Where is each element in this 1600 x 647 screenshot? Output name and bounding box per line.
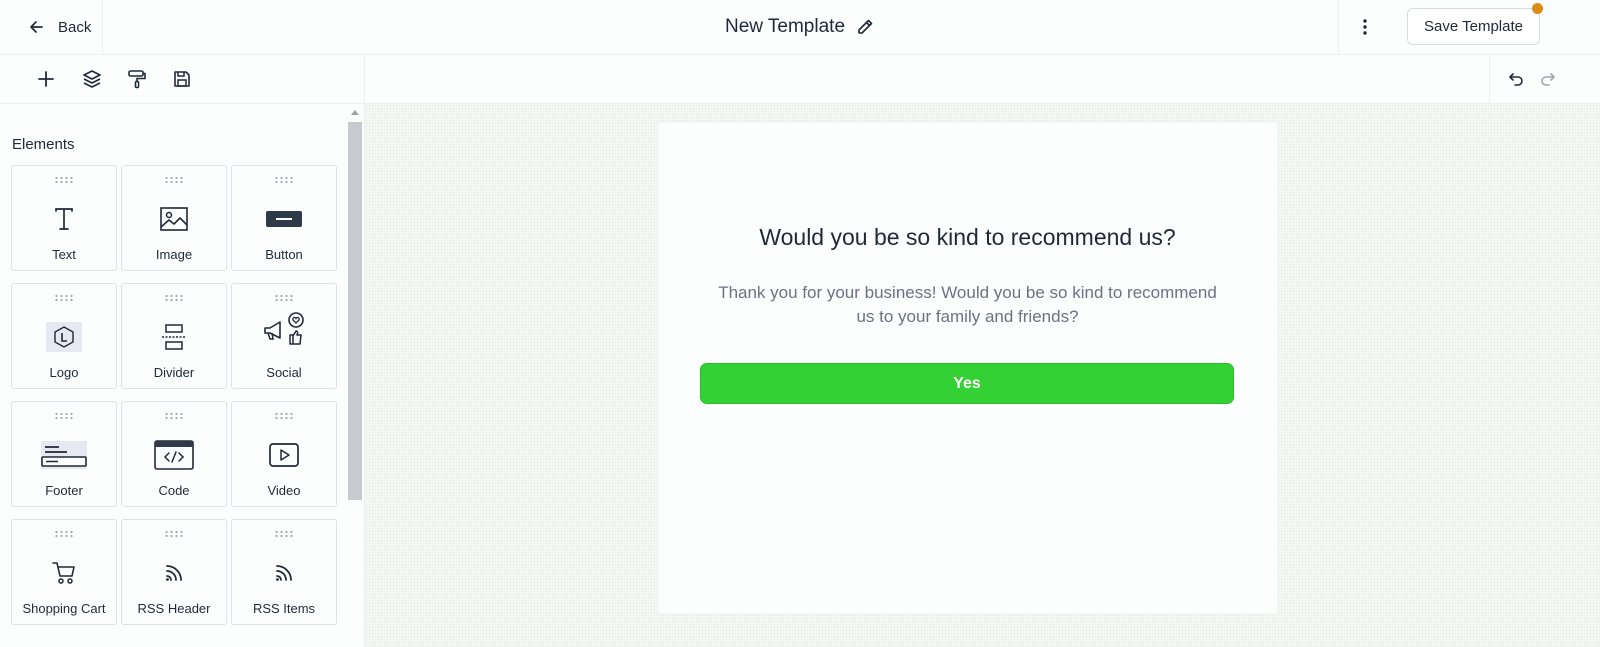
- element-tile-logo[interactable]: Logo: [11, 283, 117, 389]
- drag-handle-icon[interactable]: [274, 176, 294, 184]
- element-label: Divider: [153, 365, 195, 380]
- more-options-button[interactable]: [1338, 0, 1390, 54]
- video-icon: [232, 440, 336, 470]
- scroll-up-arrow-icon[interactable]: [351, 110, 359, 115]
- element-tile-text[interactable]: Text: [11, 165, 117, 271]
- element-tile-social[interactable]: Social: [231, 283, 337, 389]
- email-body-text[interactable]: Thank you for your business! Would you b…: [718, 281, 1217, 329]
- button-icon: [232, 204, 336, 234]
- element-label: RSS Items: [252, 601, 316, 616]
- drag-handle-icon[interactable]: [54, 176, 74, 184]
- add-icon[interactable]: [34, 67, 58, 91]
- element-label: Shopping Cart: [22, 601, 106, 616]
- element-label: Social: [266, 365, 302, 380]
- rss-icon: [122, 558, 226, 588]
- elements-sidebar: Elements Text Image Button Logo Divider …: [0, 104, 365, 647]
- elements-grid: Text Image Button Logo Divider Social Fo…: [11, 165, 337, 625]
- top-bar: Back New Template Save Template: [0, 0, 1600, 55]
- redo-icon[interactable]: [1536, 67, 1560, 91]
- element-tile-video[interactable]: Video: [231, 401, 337, 507]
- save-template-button[interactable]: Save Template: [1407, 8, 1540, 45]
- element-label: Image: [155, 247, 193, 262]
- back-label: Back: [58, 18, 92, 36]
- undo-icon[interactable]: [1504, 67, 1528, 91]
- footer-icon: [12, 440, 116, 470]
- sidebar-scrollbar-thumb[interactable]: [348, 122, 362, 500]
- drag-handle-icon[interactable]: [164, 412, 184, 420]
- logo-icon: [12, 322, 116, 352]
- history-controls: [1489, 55, 1600, 103]
- shopping-cart-icon: [12, 558, 116, 588]
- text-icon: [12, 204, 116, 234]
- element-label: Text: [52, 247, 76, 262]
- email-yes-button[interactable]: Yes: [700, 363, 1234, 404]
- element-tile-image[interactable]: Image: [121, 165, 227, 271]
- element-label: RSS Header: [137, 601, 211, 616]
- email-heading[interactable]: Would you be so kind to recommend us?: [658, 224, 1277, 251]
- rss-icon: [232, 558, 336, 588]
- drag-handle-icon[interactable]: [54, 412, 74, 420]
- element-label: Video: [267, 483, 301, 498]
- editor-canvas: Would you be so kind to recommend us? Th…: [365, 104, 1600, 647]
- element-label: Footer: [45, 483, 83, 498]
- email-button-label: Yes: [953, 374, 981, 392]
- element-tile-divider[interactable]: Divider: [121, 283, 227, 389]
- more-vertical-icon: [1362, 18, 1368, 36]
- element-tile-button[interactable]: Button: [231, 165, 337, 271]
- unsaved-indicator-dot: [1532, 3, 1543, 14]
- editor-toolbar: [0, 55, 365, 104]
- divider-icon: [122, 322, 226, 352]
- element-tile-code[interactable]: Code: [121, 401, 227, 507]
- element-tile-footer[interactable]: Footer: [11, 401, 117, 507]
- template-title[interactable]: New Template: [725, 16, 845, 38]
- drag-handle-icon[interactable]: [274, 530, 294, 538]
- layers-icon[interactable]: [80, 67, 104, 91]
- drag-handle-icon[interactable]: [54, 294, 74, 302]
- elements-section-title: Elements: [12, 136, 75, 153]
- drag-handle-icon[interactable]: [164, 176, 184, 184]
- drag-handle-icon[interactable]: [164, 294, 184, 302]
- code-icon: [122, 440, 226, 470]
- element-tile-rss-items[interactable]: RSS Items: [231, 519, 337, 625]
- element-label: Code: [158, 483, 190, 498]
- drag-handle-icon[interactable]: [54, 530, 74, 538]
- element-label: Button: [265, 247, 303, 262]
- image-icon: [122, 204, 226, 234]
- save-icon[interactable]: [170, 67, 194, 91]
- arrow-left-icon: [28, 19, 44, 35]
- element-tile-shopping-cart[interactable]: Shopping Cart: [11, 519, 117, 625]
- back-button[interactable]: Back: [0, 0, 103, 54]
- pencil-icon[interactable]: [855, 17, 875, 37]
- email-preview[interactable]: Would you be so kind to recommend us? Th…: [658, 123, 1277, 613]
- element-label: Logo: [49, 365, 79, 380]
- drag-handle-icon[interactable]: [274, 412, 294, 420]
- drag-handle-icon[interactable]: [274, 294, 294, 302]
- paint-roller-icon[interactable]: [125, 67, 149, 91]
- drag-handle-icon[interactable]: [164, 530, 184, 538]
- element-tile-rss-header[interactable]: RSS Header: [121, 519, 227, 625]
- canvas-toolbar: [365, 55, 1600, 104]
- social-icon: [232, 312, 336, 345]
